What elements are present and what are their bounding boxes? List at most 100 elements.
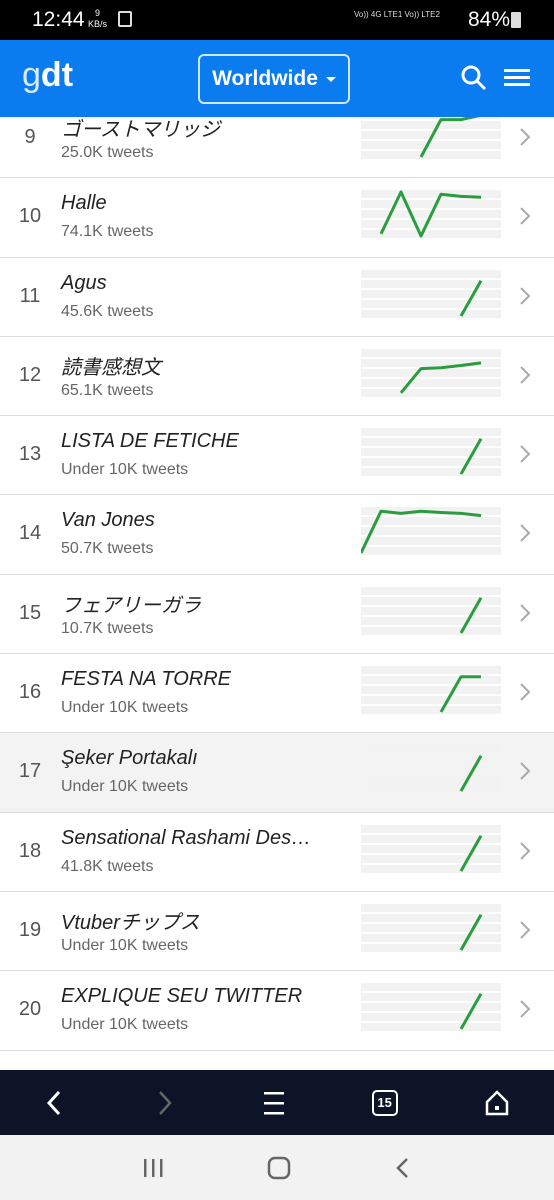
spark-band bbox=[361, 785, 501, 794]
tweet-count: Under 10K tweets bbox=[61, 1016, 189, 1034]
spark-band bbox=[361, 458, 501, 467]
chevron-right-icon[interactable] bbox=[518, 522, 532, 544]
app-header: gdt Worldwide bbox=[0, 40, 554, 117]
sparkline bbox=[361, 348, 501, 397]
trend-name[interactable]: FESTA NA TORRE bbox=[61, 668, 231, 691]
trend-rank: 16 bbox=[18, 681, 42, 704]
trend-rank: 13 bbox=[18, 443, 42, 466]
sparkline bbox=[361, 666, 501, 715]
menu-icon[interactable] bbox=[262, 1088, 286, 1118]
trend-name[interactable]: Sensational Rashami Des… bbox=[61, 827, 311, 850]
trend-rank: 19 bbox=[18, 918, 42, 941]
chevron-right-icon[interactable] bbox=[518, 840, 532, 862]
chevron-right-icon[interactable] bbox=[518, 126, 532, 148]
trend-row[interactable]: 12 読書感想文 65.1K tweets bbox=[0, 337, 554, 417]
spark-band bbox=[361, 696, 501, 705]
trend-row[interactable]: 18 Sensational Rashami Des… 41.8K tweets bbox=[0, 813, 554, 892]
trend-row[interactable]: 17 Şeker Portakalı Under 10K tweets bbox=[0, 733, 554, 813]
spark-band bbox=[361, 269, 501, 278]
trend-rank: 11 bbox=[19, 284, 41, 307]
chevron-right-icon[interactable] bbox=[518, 919, 532, 941]
sparkline bbox=[361, 903, 501, 952]
chevron-right-icon[interactable] bbox=[518, 998, 532, 1020]
trend-rank: 14 bbox=[18, 522, 42, 545]
chevron-right-icon[interactable] bbox=[518, 602, 532, 624]
spark-band bbox=[361, 468, 501, 477]
spark-band bbox=[361, 289, 501, 298]
spark-band bbox=[361, 745, 501, 754]
spark-band bbox=[361, 765, 501, 774]
tweet-count: Under 10K tweets bbox=[61, 778, 189, 796]
status-bar: 12:44 9 KB/s Vo)) 4G LTE1 Vo)) LTE2 84% bbox=[0, 0, 554, 40]
trend-name[interactable]: LISTA DE FETICHE bbox=[61, 430, 239, 453]
chevron-right-icon[interactable] bbox=[518, 285, 532, 307]
location-dropdown[interactable]: Worldwide bbox=[198, 54, 350, 104]
spark-band bbox=[361, 547, 501, 556]
trend-row[interactable]: 9 ゴーストマリッジ 25.0K tweets bbox=[0, 117, 554, 179]
screenshot-icon bbox=[118, 11, 132, 27]
trend-row[interactable]: 15 フェアリーガラ 10.7K tweets bbox=[0, 575, 554, 655]
spark-band bbox=[361, 943, 501, 952]
tabs-button[interactable]: 15 bbox=[371, 1089, 398, 1116]
sparkline bbox=[361, 507, 501, 556]
spark-band bbox=[361, 983, 501, 992]
spark-band bbox=[361, 1003, 501, 1012]
spark-band bbox=[361, 141, 501, 149]
spark-band bbox=[361, 864, 501, 873]
trend-row[interactable]: 13 LISTA DE FETICHE Under 10K tweets bbox=[0, 416, 554, 496]
sparkline bbox=[361, 117, 501, 159]
chevron-right-icon[interactable] bbox=[518, 443, 532, 465]
tweet-count: 45.6K tweets bbox=[61, 302, 154, 320]
logo[interactable]: gdt bbox=[22, 56, 73, 95]
chevron-right-icon[interactable] bbox=[518, 364, 532, 386]
tweet-count: 65.1K tweets bbox=[61, 381, 154, 399]
search-icon[interactable] bbox=[460, 64, 488, 92]
forward-icon[interactable] bbox=[152, 1088, 176, 1118]
spark-band bbox=[361, 220, 501, 229]
spark-band bbox=[361, 200, 501, 209]
spark-band bbox=[361, 117, 501, 119]
trend-name[interactable]: ゴーストマリッジ bbox=[61, 117, 220, 142]
trend-name[interactable]: フェアリーガラ bbox=[61, 589, 201, 618]
trend-row[interactable]: 10 Halle 74.1K tweets bbox=[0, 178, 554, 258]
spark-band bbox=[361, 923, 501, 932]
trend-name[interactable]: Vtuberチップス bbox=[61, 906, 200, 935]
signal-indicator: Vo)) 4G LTE1 Vo)) LTE2 bbox=[354, 10, 440, 19]
recents-icon[interactable] bbox=[141, 1157, 165, 1179]
tweet-count: 10.7K tweets bbox=[61, 619, 154, 637]
trend-row[interactable]: 16 FESTA NA TORRE Under 10K tweets bbox=[0, 654, 554, 734]
sparkline bbox=[361, 586, 501, 635]
sparkline-line bbox=[399, 361, 482, 394]
trend-name[interactable]: EXPLIQUE SEU TWITTER bbox=[61, 985, 302, 1008]
chevron-right-icon[interactable] bbox=[518, 681, 532, 703]
chevron-right-icon[interactable] bbox=[518, 760, 532, 782]
sparkline bbox=[361, 983, 501, 1032]
trend-name[interactable]: Van Jones bbox=[61, 509, 155, 532]
trend-name[interactable]: Şeker Portakalı bbox=[61, 747, 198, 770]
chevron-right-icon[interactable] bbox=[518, 205, 532, 227]
tweet-count: Under 10K tweets bbox=[61, 461, 189, 479]
spark-band bbox=[361, 368, 501, 377]
trend-rank: 18 bbox=[18, 839, 42, 862]
spark-band bbox=[361, 606, 501, 615]
trend-name[interactable]: Agus bbox=[61, 272, 107, 295]
trend-name[interactable]: Halle bbox=[61, 192, 107, 215]
trend-row[interactable]: 11 Agus 45.6K tweets bbox=[0, 258, 554, 337]
tweet-count: Under 10K tweets bbox=[61, 699, 189, 717]
battery-level: 84% bbox=[468, 8, 511, 31]
home-icon[interactable] bbox=[483, 1088, 511, 1118]
back-icon[interactable] bbox=[43, 1088, 67, 1118]
menu-icon[interactable] bbox=[504, 64, 530, 92]
home-icon[interactable] bbox=[267, 1156, 291, 1180]
spark-band bbox=[361, 706, 501, 715]
back-icon[interactable] bbox=[393, 1156, 413, 1180]
trend-row[interactable]: 14 Van Jones 50.7K tweets bbox=[0, 495, 554, 575]
spark-band bbox=[361, 775, 501, 784]
spark-band bbox=[361, 537, 501, 546]
clock: 12:44 bbox=[32, 8, 85, 31]
trend-row[interactable]: 20 EXPLIQUE SEU TWITTER Under 10K tweets bbox=[0, 971, 554, 1051]
browser-toolbar: 15 bbox=[0, 1070, 554, 1135]
trend-row[interactable]: 19 Vtuberチップス Under 10K tweets bbox=[0, 892, 554, 972]
tweet-count: 41.8K tweets bbox=[61, 857, 154, 875]
trend-name[interactable]: 読書感想文 bbox=[61, 351, 161, 380]
